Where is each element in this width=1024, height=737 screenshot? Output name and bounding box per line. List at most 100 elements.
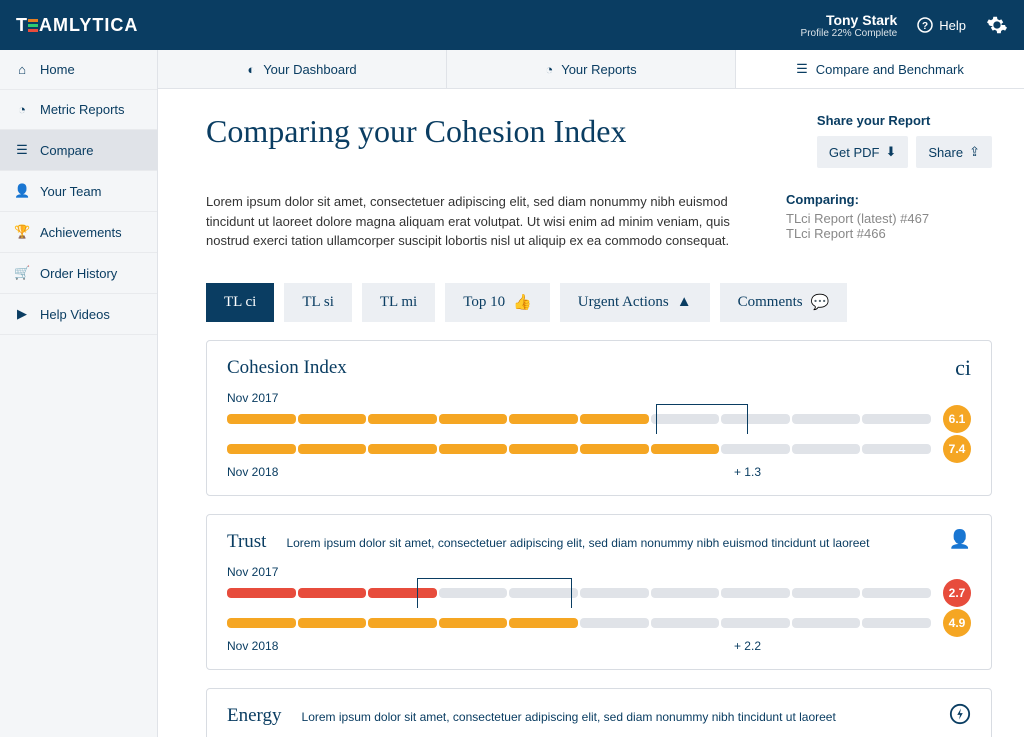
play-icon: ▶ <box>14 306 30 322</box>
bar-segment <box>509 444 578 454</box>
subtab-label: Top 10 <box>463 294 505 311</box>
top-tabs: ◐ Your Dashboard ◔ Your Reports ☰ Compar… <box>158 50 1024 89</box>
top-navbar: TAMLYTICA Tony Stark Profile 22% Complet… <box>0 0 1024 50</box>
metric-title: Trust <box>227 531 266 553</box>
tab-compare-benchmark[interactable]: ☰ Compare and Benchmark <box>736 50 1024 88</box>
comparing-title: Comparing: <box>786 192 929 207</box>
share-button[interactable]: Share ⇪ <box>916 136 992 168</box>
user-block[interactable]: Tony Stark Profile 22% Complete <box>801 12 898 39</box>
delta-bracket <box>417 578 572 608</box>
sidebar-item-order-history[interactable]: 🛒 Order History <box>0 253 157 294</box>
bar-segment <box>651 588 720 598</box>
sidebar-item-home[interactable]: ⌂ Home <box>0 50 157 90</box>
metric-description: Lorem ipsum dolor sit amet, consectetuer… <box>302 710 971 724</box>
bar-segment <box>862 618 931 628</box>
subtab-tl-ci[interactable]: TL ci <box>206 283 274 322</box>
sub-tabs: TL ci TL si TL mi Top 10 👍 Urgent Action… <box>206 283 992 322</box>
bar-segment <box>580 444 649 454</box>
logo-text: AMLYTICA <box>39 15 138 36</box>
subtab-urgent-actions[interactable]: Urgent Actions ▲ <box>560 283 710 322</box>
gauge-icon: ◐ <box>247 62 255 77</box>
bar-segment <box>368 414 437 424</box>
bar-segment <box>721 444 790 454</box>
bar-segment <box>368 444 437 454</box>
subtab-top-10[interactable]: Top 10 👍 <box>445 283 550 322</box>
button-label: Share <box>928 145 963 160</box>
comparing-item: TLci Report #466 <box>786 226 929 241</box>
bar-segment <box>298 618 367 628</box>
sidebar-item-compare[interactable]: ☰ Compare <box>0 130 157 171</box>
sidebar-item-label: Order History <box>40 266 117 281</box>
metric-bar-row-1 <box>227 588 931 598</box>
tab-reports[interactable]: ◔ Your Reports <box>447 50 736 88</box>
metric-date-1: Nov 2017 <box>227 391 287 405</box>
subtab-label: TL mi <box>380 294 417 311</box>
subtab-label: TL si <box>302 294 334 311</box>
warning-icon: ▲ <box>677 294 692 311</box>
bar-segment <box>862 588 931 598</box>
button-label: Get PDF <box>829 145 880 160</box>
logo[interactable]: TAMLYTICA <box>16 15 138 36</box>
subtab-tl-mi[interactable]: TL mi <box>362 283 435 322</box>
bar-segment <box>580 618 649 628</box>
bar-segment <box>580 588 649 598</box>
tab-label: Compare and Benchmark <box>816 62 964 77</box>
page-title: Comparing your Cohesion Index <box>206 113 626 150</box>
sidebar-item-achievements[interactable]: 🏆 Achievements <box>0 212 157 253</box>
sidebar-item-label: Compare <box>40 143 93 158</box>
sidebar-item-label: Help Videos <box>40 307 110 322</box>
share-block: Share your Report Get PDF ⬇ Share ⇪ <box>817 113 992 168</box>
metric-date-2: Nov 2018 <box>227 639 299 653</box>
metric-delta: + 2.2 <box>734 639 761 653</box>
metric-tag-ci: ci <box>955 355 971 381</box>
bar-segment <box>651 618 720 628</box>
settings-button[interactable] <box>986 14 1008 36</box>
metric-bar-row-2 <box>227 618 931 628</box>
sidebar-item-your-team[interactable]: 👤 Your Team <box>0 171 157 212</box>
pie-icon: ◔ <box>14 102 30 117</box>
logo-bars-icon <box>28 19 38 32</box>
tab-label: Your Reports <box>561 62 636 77</box>
basket-icon: 🛒 <box>14 265 30 281</box>
sidebar-item-label: Achievements <box>40 225 122 240</box>
home-icon: ⌂ <box>14 62 30 77</box>
metric-bar-row-2 <box>227 444 931 454</box>
sidebar-item-label: Your Team <box>40 184 101 199</box>
sliders-icon: ☰ <box>14 142 30 158</box>
metric-delta: + 1.3 <box>734 465 761 479</box>
bar-segment <box>368 618 437 628</box>
bar-segment <box>298 414 367 424</box>
bar-segment <box>721 618 790 628</box>
bar-segment <box>792 444 861 454</box>
metric-title: Energy <box>227 705 282 727</box>
person-icon: 👤 <box>14 183 30 199</box>
main-area: ◐ Your Dashboard ◔ Your Reports ☰ Compar… <box>158 50 1024 737</box>
sidebar-item-help-videos[interactable]: ▶ Help Videos <box>0 294 157 335</box>
bar-segment <box>298 588 367 598</box>
bar-segment <box>862 444 931 454</box>
page-description: Lorem ipsum dolor sit amet, consectetuer… <box>206 192 746 251</box>
sidebar-item-label: Metric Reports <box>40 102 125 117</box>
svg-text:?: ? <box>922 21 928 32</box>
tab-dashboard[interactable]: ◐ Your Dashboard <box>158 50 447 88</box>
metric-date-1: Nov 2017 <box>227 565 287 579</box>
metric-card: ci Cohesion Index Nov 2017 6.1 7.4 Nov 2… <box>206 340 992 496</box>
subtab-comments[interactable]: Comments 💬 <box>720 283 848 322</box>
bar-segment <box>439 618 508 628</box>
metric-date-2: Nov 2018 <box>227 465 299 479</box>
comparing-item: TLci Report (latest) #467 <box>786 211 929 226</box>
subtab-tl-si[interactable]: TL si <box>284 283 352 322</box>
share-label: Share your Report <box>817 113 992 128</box>
score-badge: 6.1 <box>943 405 971 433</box>
get-pdf-button[interactable]: Get PDF ⬇ <box>817 136 908 168</box>
help-label: Help <box>939 18 966 33</box>
help-button[interactable]: ? Help <box>917 17 966 33</box>
bar-segment <box>580 414 649 424</box>
help-icon: ? <box>917 17 933 33</box>
bar-segment <box>721 588 790 598</box>
bar-segment <box>439 444 508 454</box>
bolt-circle-icon <box>949 703 971 725</box>
sidebar-item-metric-reports[interactable]: ◔ Metric Reports <box>0 90 157 130</box>
score-badge: 4.9 <box>943 609 971 637</box>
thumbs-up-icon: 👍 <box>513 293 532 312</box>
